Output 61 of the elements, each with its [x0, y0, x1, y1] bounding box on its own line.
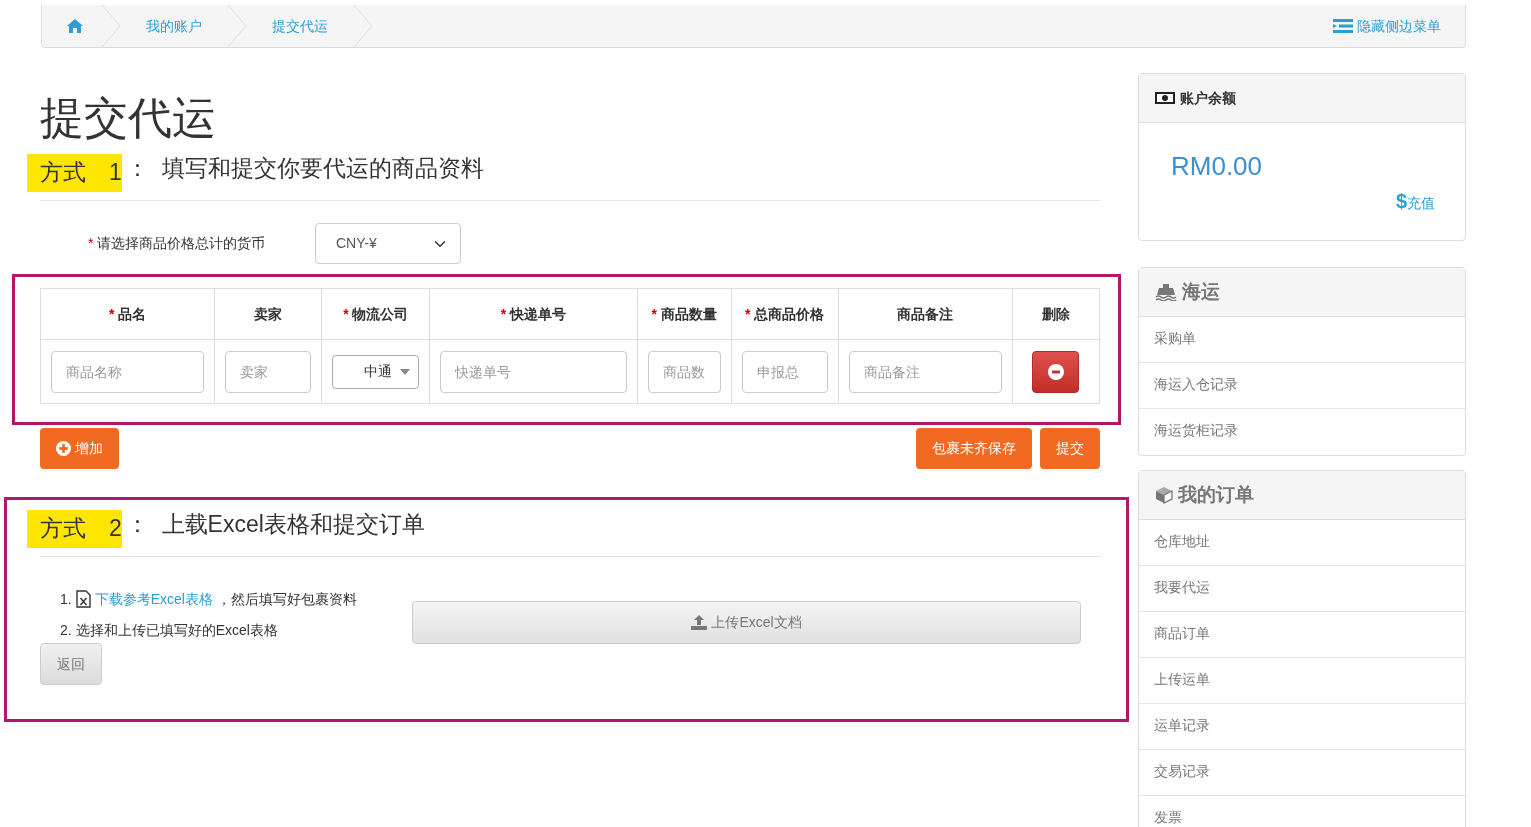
column-header: 卖家	[214, 288, 322, 340]
add-button[interactable]: 增加	[40, 428, 119, 470]
breadcrumb-link[interactable]: 我的账户	[146, 15, 202, 37]
page-title: 提交代运	[40, 94, 217, 143]
sidebar-item[interactable]: 商品订单	[1139, 612, 1465, 658]
input-field[interactable]: 商品数	[647, 350, 721, 393]
step-text: ，然后填写好包裹资料	[216, 589, 357, 609]
panel-title: 我的订单	[1178, 482, 1254, 507]
input-field[interactable]: 商品备注	[848, 350, 1002, 393]
currency-select[interactable]: CNY-¥	[315, 223, 461, 265]
upload-button[interactable]: 上传Excel文档	[412, 601, 1081, 645]
excel-file-icon	[75, 590, 91, 609]
sidebar-item[interactable]: 仓库地址	[1139, 520, 1465, 566]
banknote-icon	[1155, 92, 1175, 104]
minus-circle-icon	[1047, 363, 1064, 380]
list-icon	[1333, 19, 1353, 33]
cube-icon	[1155, 486, 1173, 504]
column-header: * 物流公司	[321, 288, 430, 340]
currency-label: * 请选择商品价格总计的货币	[88, 234, 267, 254]
method-title: ： 填写和提交你要代运的商品资料	[125, 154, 484, 184]
input-field[interactable]: 卖家	[225, 350, 312, 393]
home-icon[interactable]	[66, 18, 84, 34]
save-button[interactable]: 包裹未齐保存	[916, 428, 1032, 470]
sidebar-item[interactable]: 我要代运	[1139, 566, 1465, 612]
download-link[interactable]: 下载参考Excel表格	[94, 588, 213, 610]
breadcrumb-link[interactable]: 提交代运	[272, 15, 328, 37]
panel-title: 海运	[1182, 279, 1220, 304]
sidebar-item[interactable]: 海运入仓记录	[1139, 363, 1465, 409]
sidebar-item[interactable]: 交易记录	[1139, 750, 1465, 796]
input-field[interactable]: 快递单号	[440, 350, 627, 393]
input-field[interactable]: 商品名称	[51, 350, 205, 393]
method-title: ： 上载Excel表格和提交订单	[125, 510, 425, 540]
panel-title: 账户余额	[1180, 88, 1236, 108]
step-text: 选择和上传已填写好的Excel表格	[75, 620, 278, 640]
delete-button[interactable]	[1032, 350, 1080, 393]
sidebar-item[interactable]: 运单记录	[1139, 704, 1465, 750]
column-header: * 品名	[40, 288, 215, 340]
back-button[interactable]: 返回	[40, 643, 102, 686]
submit-button[interactable]: 提交	[1040, 428, 1100, 470]
sidebar-item[interactable]: 上传运单	[1139, 658, 1465, 704]
sidebar-item[interactable]: 海运货柜记录	[1139, 409, 1465, 455]
sidebar-toggle-link[interactable]: 隐藏侧边菜单	[1333, 15, 1441, 37]
method-label: 方式 2	[27, 510, 122, 549]
sidebar-item[interactable]: 采购单	[1139, 317, 1465, 363]
column-header: 删除	[1012, 288, 1100, 340]
method-label: 方式 1	[27, 154, 122, 193]
column-header: 商品备注	[838, 288, 1013, 340]
step-number: 2.	[60, 620, 72, 640]
caret-icon	[400, 368, 411, 375]
column-header: * 商品数量	[637, 288, 732, 340]
recharge-link[interactable]: $充值	[1171, 186, 1435, 216]
plus-circle-icon	[56, 441, 71, 457]
ship-icon	[1155, 283, 1177, 301]
sidebar-item[interactable]: 发票	[1139, 796, 1465, 827]
upload-icon	[691, 615, 708, 631]
column-header: * 总商品价格	[731, 288, 839, 340]
step-number: 1.	[60, 589, 72, 609]
balance-amount: RM0.00	[1171, 150, 1264, 183]
input-field[interactable]: 申报总	[741, 350, 828, 393]
courier-select[interactable]: 中通	[332, 354, 420, 389]
column-header: * 快递单号	[429, 288, 638, 340]
